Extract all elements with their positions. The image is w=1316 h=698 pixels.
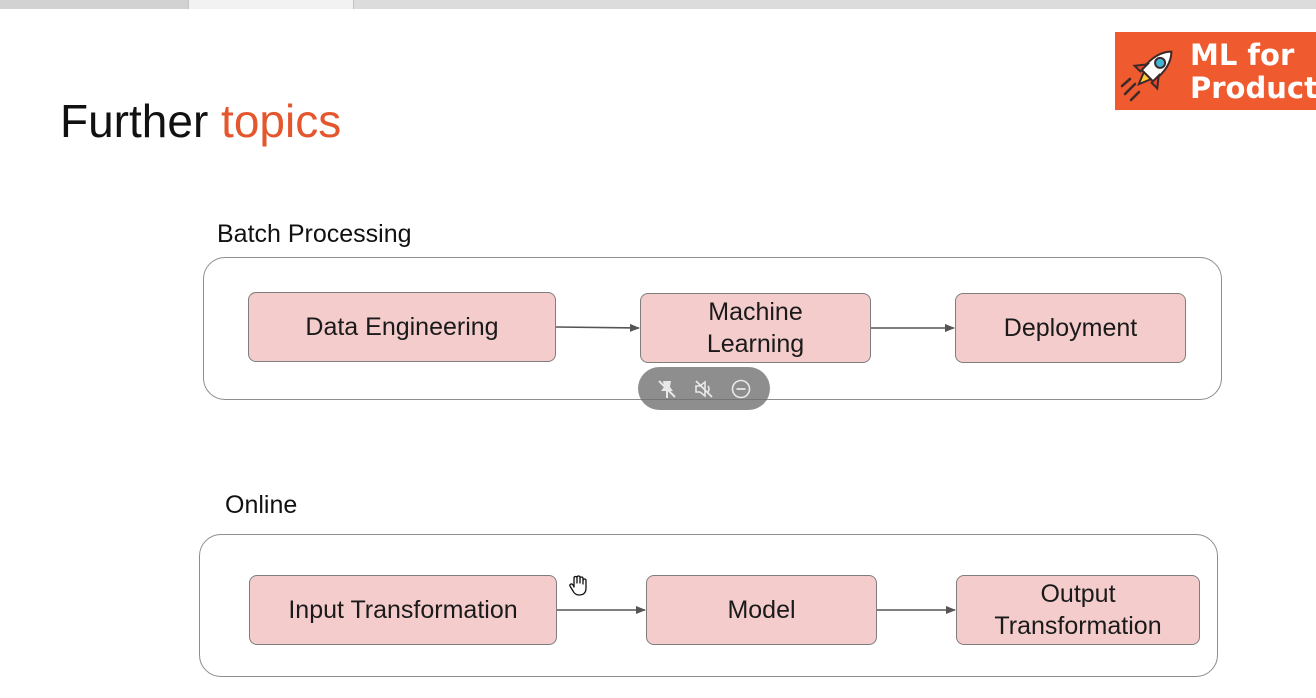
node-model[interactable]: Model [646, 575, 877, 645]
hand-cursor-icon [569, 575, 587, 596]
logo-text-line2: Product [1190, 71, 1316, 105]
batch-processing-label: Batch Processing [217, 220, 412, 248]
node-data-engineering[interactable]: Data Engineering [248, 292, 556, 362]
slide-title-main: Further [60, 95, 222, 147]
node-input-transformation[interactable]: Input Transformation [249, 575, 557, 645]
video-overlay-controls [638, 367, 770, 410]
node-label: Deployment [1003, 314, 1138, 342]
node-label: Data Engineering [305, 313, 499, 341]
ml-for-product-logo: ML for Product [1115, 32, 1316, 110]
browser-tab-active[interactable] [188, 0, 354, 9]
browser-tab-strip [0, 0, 1316, 9]
minus-circle-icon[interactable] [728, 376, 754, 402]
online-label: Online [225, 491, 298, 519]
node-label: Machine Learning [706, 298, 805, 358]
browser-tab[interactable] [0, 0, 188, 9]
node-label: Input Transformation [288, 596, 518, 624]
slide-title: Further topics [60, 94, 341, 148]
node-output-transformation[interactable]: Output Transformation [956, 575, 1200, 645]
node-deployment[interactable]: Deployment [955, 293, 1186, 363]
logo-text: ML for Product [1190, 39, 1316, 105]
unpin-icon[interactable] [654, 376, 680, 402]
slide-title-accent: topics [221, 95, 342, 147]
mute-icon[interactable] [691, 376, 717, 402]
node-label: Output Transformation [994, 580, 1162, 640]
logo-text-line1: ML for [1190, 38, 1295, 72]
rocket-icon [1120, 50, 1173, 102]
node-machine-learning[interactable]: Machine Learning [640, 293, 871, 363]
node-label: Model [727, 596, 796, 624]
